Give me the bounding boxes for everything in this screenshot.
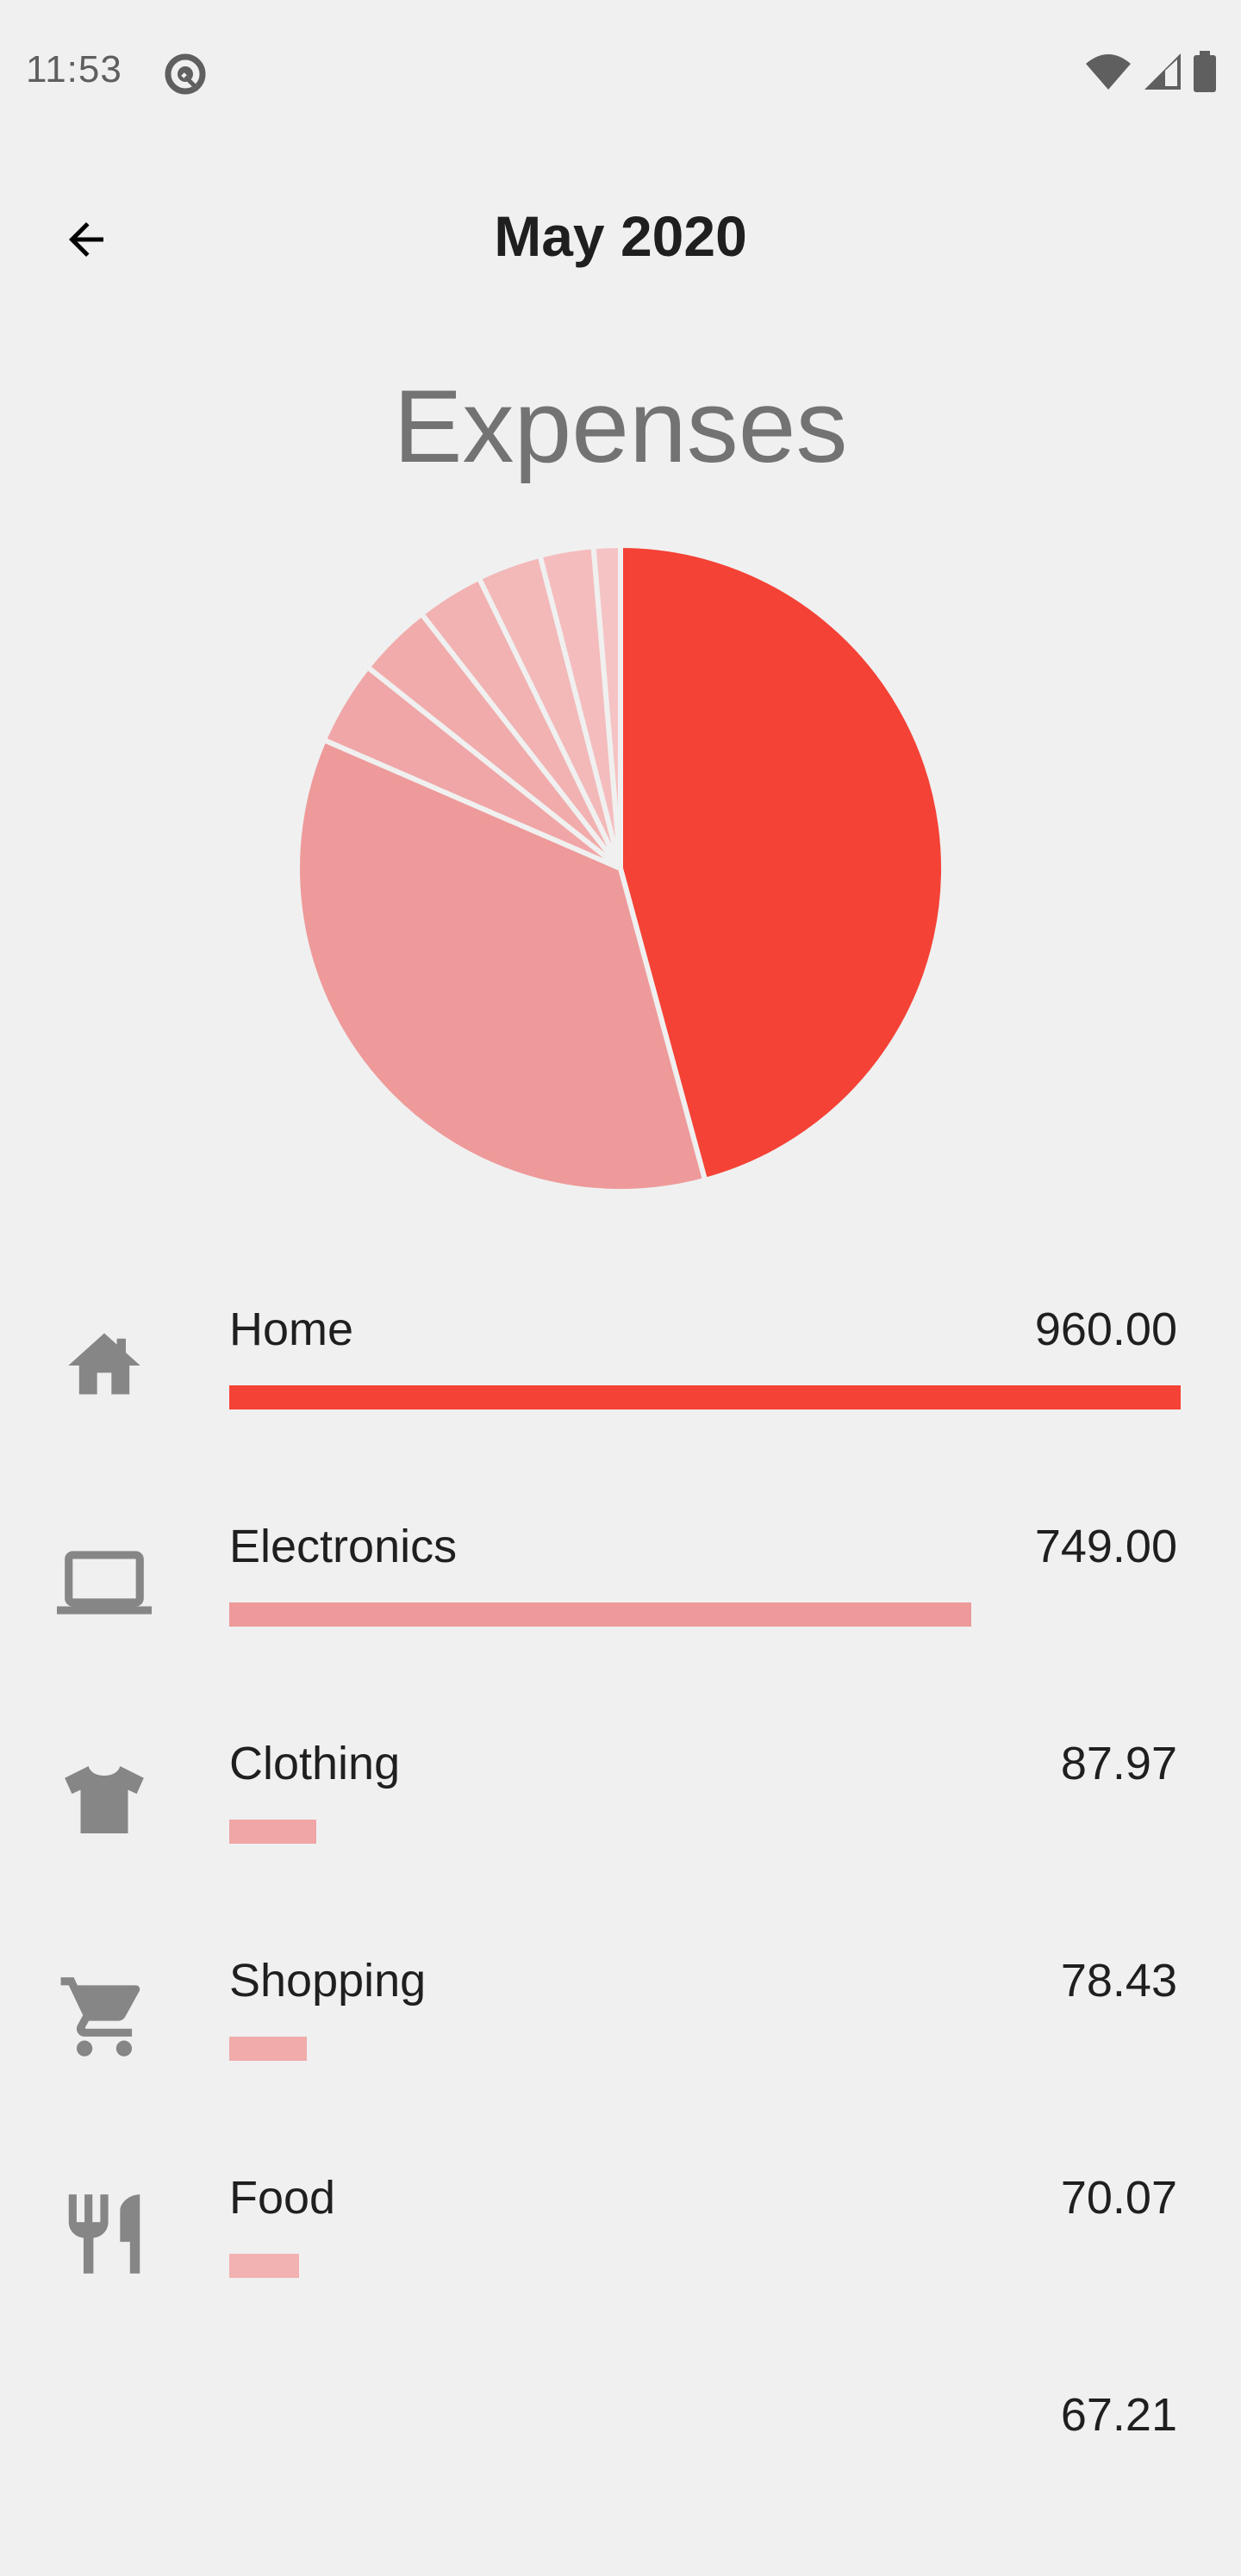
- section-title: Expenses: [393, 369, 848, 484]
- category-amount: 749.00: [1034, 1521, 1177, 1572]
- laptop-icon: [57, 1535, 152, 1630]
- status-bar: 11:53: [0, 0, 1241, 146]
- category-bar-track: [229, 1385, 1181, 1409]
- category-label: Clothing: [229, 1738, 401, 1789]
- wifi-icon: [1084, 52, 1132, 96]
- category-amount: 70.07: [1060, 2172, 1177, 2224]
- category-amount: 960.00: [1034, 1304, 1177, 1355]
- tshirt-icon: [57, 1752, 152, 1847]
- list-item-food[interactable]: Food 70.07: [0, 2144, 1241, 2359]
- category-bar-track: [229, 2254, 1181, 2278]
- expenses-pie-chart: [284, 532, 957, 1204]
- restaurant-icon: [57, 2187, 152, 2281]
- app-bar: May 2020: [0, 181, 1241, 284]
- category-amount: 87.97: [1060, 1738, 1177, 1789]
- list-item-clothing[interactable]: Clothing 87.97: [0, 1709, 1241, 1925]
- shopping-cart-icon: [57, 1969, 152, 2064]
- cellular-signal-icon: [1143, 52, 1182, 96]
- category-bar: [229, 1602, 972, 1627]
- category-bar: [229, 2254, 299, 2278]
- category-bar-track: [229, 1602, 1181, 1627]
- category-label: Electronics: [229, 1521, 458, 1572]
- android-q-icon: [164, 53, 207, 96]
- list-item-home[interactable]: Home 960.00: [0, 1275, 1241, 1490]
- category-label: Home: [229, 1304, 354, 1355]
- battery-icon: [1193, 50, 1217, 96]
- status-icons: [1084, 50, 1217, 96]
- page-title: May 2020: [494, 204, 747, 268]
- home-icon: [57, 1318, 152, 1413]
- list-item-partial[interactable]: 67.21: [0, 2361, 1241, 2576]
- category-label: Food: [229, 2172, 336, 2224]
- list-item-shopping[interactable]: Shopping 78.43: [0, 1926, 1241, 2142]
- category-amount: 67.21: [1060, 2389, 1177, 2441]
- category-bar: [229, 1385, 1181, 1409]
- category-amount: 78.43: [1060, 1955, 1177, 2007]
- category-bar: [229, 1820, 317, 1844]
- category-bar-track: [229, 1820, 1181, 1844]
- status-time: 11:53: [26, 48, 122, 90]
- category-bar-track: [229, 2037, 1181, 2061]
- category-bar: [229, 2037, 308, 2061]
- pie-svg: [295, 543, 946, 1194]
- category-label: Shopping: [229, 1955, 427, 2007]
- list-item-electronics[interactable]: Electronics 749.00: [0, 1492, 1241, 1708]
